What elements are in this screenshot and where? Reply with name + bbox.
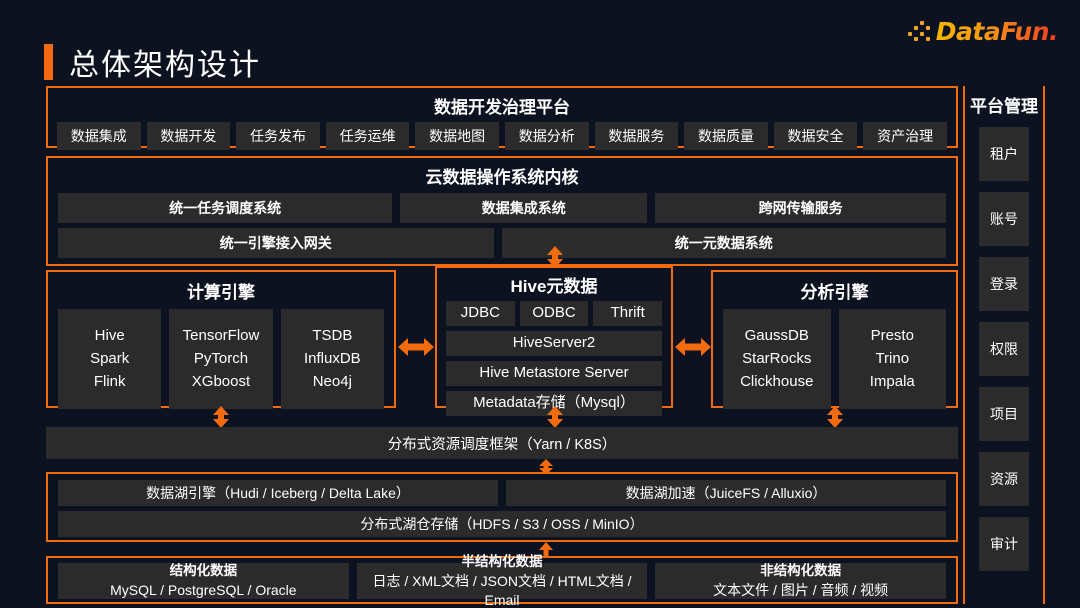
kernel-row1-item: 数据集成系统 (400, 193, 648, 223)
data-source-detail: 日志 / XML文档 / JSON文档 / HTML文档 / Email (372, 572, 632, 608)
hive-protocol-item: ODBC (519, 301, 589, 326)
arrow-compute-to-scheduler (211, 406, 231, 428)
sidebar-title: 平台管理 (970, 97, 1038, 116)
data-source-detail: 文本文件 / 图片 / 音频 / 视频 (713, 582, 889, 599)
data-source-column: 非结构化数据文本文件 / 图片 / 音频 / 视频 (655, 562, 947, 599)
hive-stack-rows: HiveServer2 Hive Metastore Server Metadata… (437, 331, 671, 416)
hive-stack-item: Hive Metastore Server (446, 361, 662, 386)
data-source-title: 非结构化数据 (760, 562, 842, 578)
governance-item: 任务发布 (236, 122, 320, 150)
governance-item: 任务运维 (325, 122, 410, 150)
panel-governance-title: 数据开发治理平台 (434, 98, 570, 117)
arrow-kernel-to-hive (545, 246, 565, 268)
data-source-columns: 结构化数据 MySQL / PostgreSQL / Oracle 半结构化数据日志… (48, 554, 956, 608)
panel-kernel: 云数据操作系统内核 统一任务调度系统 数据集成系统 跨网传输服务 统一引擎接入网关统… (46, 156, 958, 266)
logo-text: DataFun. (935, 16, 1059, 46)
architecture-slide: DataFun. 总体架构设计 数据开发治理平台 数据集成 数据开发 任务发布 任务运… (0, 0, 1080, 608)
panel-compute-engine-title: 计算引擎 (187, 283, 255, 302)
hive-protocol-item: Thrift (593, 301, 663, 326)
compute-engine-column: Hive Spark Flink (58, 309, 162, 409)
analytics-engine-column: Presto Trino Impala (838, 309, 946, 409)
analytics-engine-item: Clickhouse (740, 373, 814, 391)
compute-engine-item: PyTorch (193, 349, 249, 367)
analytics-engine-columns: GaussDB StarRocks Clickhouse Presto Trino Imp… (713, 303, 956, 409)
compute-engine-item: XGboost (191, 373, 251, 391)
kernel-row2-item: 统一引擎接入网关 (58, 228, 494, 258)
page-title-text: 总体架构设计 (69, 49, 261, 82)
compute-engine-item: TSDB (312, 326, 353, 344)
sidebar-item-7[interactable]: 审计 (979, 517, 1029, 571)
sidebar-item-1[interactable]: 租户 (979, 127, 1029, 181)
governance-item: 数据安全 (773, 122, 858, 150)
analytics-engine-column: GaussDB StarRocks Clickhouse (723, 309, 831, 409)
sidebar-platform-management: 平台管理 租户账号登录权限项目资源审计 (963, 86, 1045, 604)
datafun-logo: DataFun. (907, 16, 1059, 46)
data-source-title: 结构化数据 (169, 562, 238, 578)
governance-item: 数据开发 (146, 122, 231, 150)
governance-item-list: 数据集成 数据开发 任务发布 任务运维 数据地图 数据分析 数据服务 数据质量 数据安全 资产治理 (48, 118, 956, 150)
panel-hive-metadata-title: Hive元数据 (510, 277, 598, 296)
compute-engine-item: InfluxDB (303, 349, 361, 367)
sidebar-item-3[interactable]: 登录 (979, 257, 1029, 311)
governance-item: 数据服务 (594, 122, 679, 150)
sidebar-item-2[interactable]: 账号 (979, 192, 1029, 246)
data-source-column: 结构化数据 MySQL / PostgreSQL / Oracle (58, 563, 349, 599)
panel-kernel-title: 云数据操作系统内核 (425, 168, 579, 187)
data-source-detail: MySQL / PostgreSQL / Oracle (110, 582, 297, 599)
analytics-engine-item: StarRocks (742, 349, 812, 367)
hive-protocol-row: JDBC ODBC Thrift (437, 297, 671, 326)
governance-item: 数据质量 (684, 122, 768, 150)
title-accent-bar (44, 44, 53, 80)
logo-dots-icon (907, 19, 934, 43)
hive-stack-item: HiveServer2 (446, 331, 662, 356)
panel-data-lake: 数据湖引擎（Hudi / Iceberg / Delta Lake） 数据湖加速（… (46, 472, 958, 542)
analytics-engine-item: Trino (875, 349, 910, 367)
kernel-row1-item: 跨网传输服务 (655, 193, 946, 223)
lake-storage-cell: 分布式湖仓存储（HDFS / S3 / OSS / MinIO） (58, 511, 946, 537)
data-lake-row-1: 数据湖引擎（Hudi / Iceberg / Delta Lake） 数据湖加速（… (48, 474, 956, 506)
panel-governance: 数据开发治理平台 数据集成 数据开发 任务发布 任务运维 数据地图 数据分析 数据服务 数据质… (46, 86, 958, 150)
lake-item: 数据湖引擎（Hudi / Iceberg / Delta Lake） (58, 480, 498, 506)
sidebar-item-6[interactable]: 资源 (979, 452, 1029, 506)
arrow-analytics-to-scheduler (825, 406, 845, 428)
panel-data-sources: 结构化数据 MySQL / PostgreSQL / Oracle 半结构化数据日志… (46, 554, 958, 608)
governance-item: 数据地图 (415, 122, 499, 150)
hive-protocol-item: JDBC (446, 301, 515, 326)
scheduler-bar: 分布式资源调度框架（Yarn / K8S） (46, 427, 958, 459)
panel-compute-engine: 计算引擎 Hive Spark Flink TensorFlow PyTorch XGbo… (46, 270, 396, 409)
lake-item: 数据湖加速（JuiceFS / Alluxio） (506, 480, 946, 506)
analytics-engine-item: GaussDB (744, 326, 809, 344)
governance-item: 数据分析 (504, 122, 589, 150)
kernel-row-1: 统一任务调度系统 数据集成系统 跨网传输服务 (48, 188, 956, 223)
sidebar-item-4[interactable]: 权限 (979, 322, 1029, 376)
compute-engine-column: TSDB InfluxDB Neo4j (280, 309, 384, 409)
panel-analytics-engine-title: 分析引擎 (800, 283, 869, 302)
scheduler-label: 分布式资源调度框架（Yarn / K8S） (387, 436, 617, 453)
panel-analytics-engine: 分析引擎 GaussDB StarRocks Clickhouse Presto Tri… (711, 270, 958, 409)
sidebar-item-list: 租户账号登录权限项目资源审计 (965, 127, 1043, 571)
data-source-title: 半结构化数据 (461, 553, 543, 569)
compute-engine-item: Flink (93, 373, 126, 391)
governance-item: 数据集成 (57, 122, 141, 150)
kernel-row1-item: 统一任务调度系统 (58, 193, 393, 223)
analytics-engine-item: Impala (869, 373, 915, 391)
arrow-hive-to-analytics (675, 336, 711, 358)
data-lake-row-2: 分布式湖仓存储（HDFS / S3 / OSS / MinIO） (48, 506, 956, 537)
compute-engine-column: TensorFlow PyTorch XGboost (169, 309, 273, 409)
governance-item: 资产治理 (863, 122, 947, 150)
data-source-column: 半结构化数据日志 / XML文档 / JSON文档 / HTML文档 / Ema… (356, 554, 648, 608)
compute-engine-item: Spark (90, 349, 130, 367)
compute-engine-item: Neo4j (312, 373, 352, 391)
analytics-engine-item: Presto (870, 326, 914, 344)
sidebar-item-5[interactable]: 项目 (979, 387, 1029, 441)
arrow-hive-to-scheduler (545, 406, 565, 428)
kernel-row-2: 统一引擎接入网关 统一元数据系统 (48, 223, 956, 258)
panel-hive-metadata: Hive元数据 JDBC ODBC Thrift HiveServer2 Hive M… (435, 266, 673, 416)
compute-engine-item: TensorFlow (182, 326, 260, 344)
compute-engine-item: Hive (94, 326, 125, 344)
arrow-compute-to-hive (398, 336, 434, 358)
page-title: 总体架构设计 (44, 40, 261, 84)
kernel-row2-item: 统一元数据系统 (501, 228, 946, 258)
compute-engine-columns: Hive Spark Flink TensorFlow PyTorch XGboost TS… (48, 303, 394, 409)
